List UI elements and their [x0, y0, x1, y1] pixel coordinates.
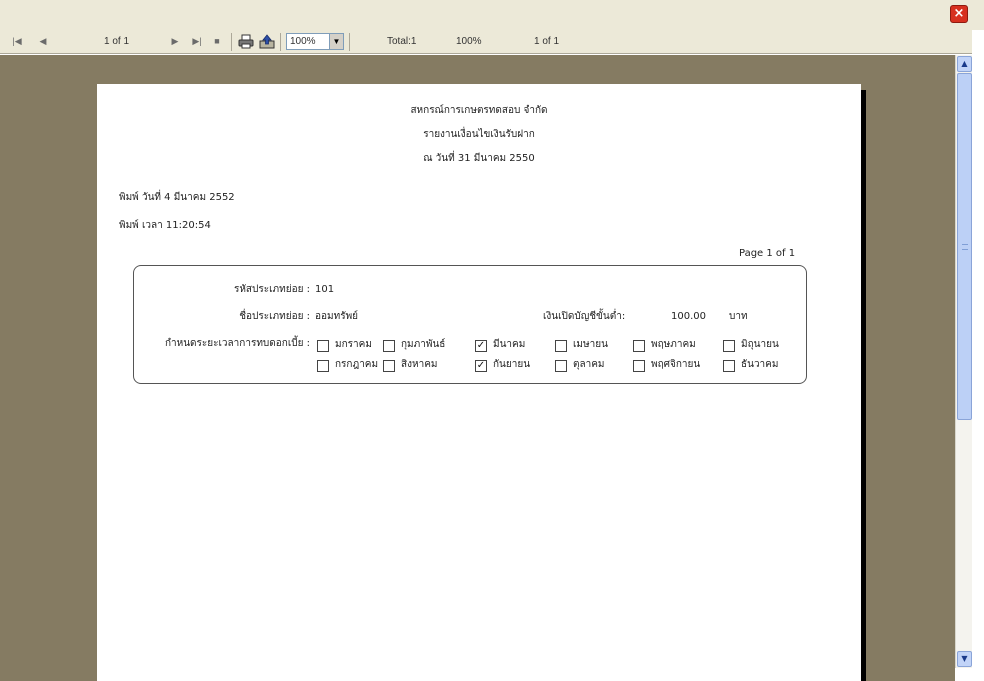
zoom-value: 100% — [290, 36, 316, 47]
month-label: กุมภาพันธ์ — [401, 339, 446, 350]
month-checkbox — [723, 340, 735, 352]
last-page-icon[interactable]: ▶| — [190, 34, 204, 48]
minimum-opening-value: 100.00 — [671, 311, 706, 322]
month-label: เมษายน — [573, 339, 608, 350]
month-label: มกราคม — [335, 339, 372, 350]
report-date: ณ วันที่ 31 มีนาคม 2550 — [423, 153, 535, 164]
month-label: พฤศจิกายน — [651, 359, 701, 370]
subtype-name-label: ชื่อประเภทย่อย : — [239, 311, 310, 322]
subtype-name-value: ออมทรัพย์ — [315, 311, 359, 322]
page-indicator[interactable]: 1 of 1 — [104, 35, 129, 49]
vertical-scrollbar[interactable]: ▲ ▼ — [955, 55, 972, 668]
print-date: พิมพ์ วันที่ 4 มีนาคม 2552 — [119, 192, 235, 203]
stop-icon[interactable]: ■ — [210, 34, 224, 48]
toolbar-separator — [231, 33, 232, 51]
month-label: ธันวาคม — [741, 359, 779, 370]
grip-icon — [962, 244, 968, 250]
toolbar-separator — [349, 33, 350, 51]
scroll-up-icon[interactable]: ▲ — [957, 56, 972, 72]
organization-name: สหกรณ์การเกษตรทดสอบ จำกัด — [410, 105, 548, 116]
total-records-label: Total:1 — [387, 36, 417, 47]
month-checkbox: ✓ — [475, 340, 487, 352]
report-toolbar: |◀ ◀ 1 of 1 ▶ ▶| ■ 100% ▼ Total:1 100% 1… — [0, 30, 972, 54]
minimum-opening-unit: บาท — [729, 311, 748, 322]
month-checkbox — [555, 360, 567, 372]
month-label: กรกฎาคม — [335, 359, 379, 370]
report-title: รายงานเงื่อนไขเงินรับฝาก — [423, 129, 535, 140]
month-checkbox — [383, 340, 395, 352]
month-label: มีนาคม — [493, 339, 526, 350]
chevron-down-icon[interactable]: ▼ — [329, 34, 343, 49]
month-checkbox: ✓ — [475, 360, 487, 372]
month-checkbox — [317, 340, 329, 352]
page-status-label: 1 of 1 — [534, 36, 560, 47]
page-shadow — [861, 90, 866, 681]
page-number: Page 1 of 1 — [739, 248, 796, 259]
report-viewer: สหกรณ์การเกษตรทดสอบ จำกัด รายงานเงื่อนไข… — [0, 55, 955, 681]
print-time: พิมพ์ เวลา 11:20:54 — [119, 220, 211, 231]
month-checkbox — [633, 340, 645, 352]
previous-page-icon[interactable]: ◀ — [36, 34, 50, 48]
scrollbar-thumb[interactable] — [957, 73, 972, 420]
subtype-code-label: รหัสประเภทย่อย : — [233, 284, 310, 295]
export-icon[interactable] — [259, 34, 275, 49]
month-label: กันยายน — [493, 359, 531, 370]
month-label: พฤษภาคม — [651, 339, 696, 350]
interest-period-label: กำหนดระยะเวลาการทบดอกเบี้ย : — [164, 338, 310, 349]
zoom-percent-label: 100% — [456, 36, 482, 47]
month-checkbox — [555, 340, 567, 352]
subtype-code-value: 101 — [315, 284, 335, 295]
report-page: สหกรณ์การเกษตรทดสอบ จำกัด รายงานเงื่อนไข… — [97, 84, 861, 681]
minimum-opening-label: เงินเปิดบัญชีขั้นต่ำ: — [543, 311, 626, 322]
print-icon[interactable] — [238, 34, 254, 49]
month-checkbox — [317, 360, 329, 372]
window-titlebar: × — [0, 0, 984, 30]
month-checkbox — [723, 360, 735, 372]
zoom-select[interactable]: 100% ▼ — [286, 33, 344, 50]
month-checkbox — [383, 360, 395, 372]
scroll-down-icon[interactable]: ▼ — [957, 651, 972, 667]
next-page-icon[interactable]: ▶ — [168, 34, 182, 48]
month-label: มิถุนายน — [741, 339, 779, 350]
close-icon[interactable]: × — [950, 5, 968, 23]
toolbar-separator — [280, 33, 281, 51]
first-page-icon[interactable]: |◀ — [10, 34, 24, 48]
month-label: ตุลาคม — [573, 359, 605, 370]
month-label: สิงหาคม — [401, 359, 438, 370]
month-checkbox — [633, 360, 645, 372]
